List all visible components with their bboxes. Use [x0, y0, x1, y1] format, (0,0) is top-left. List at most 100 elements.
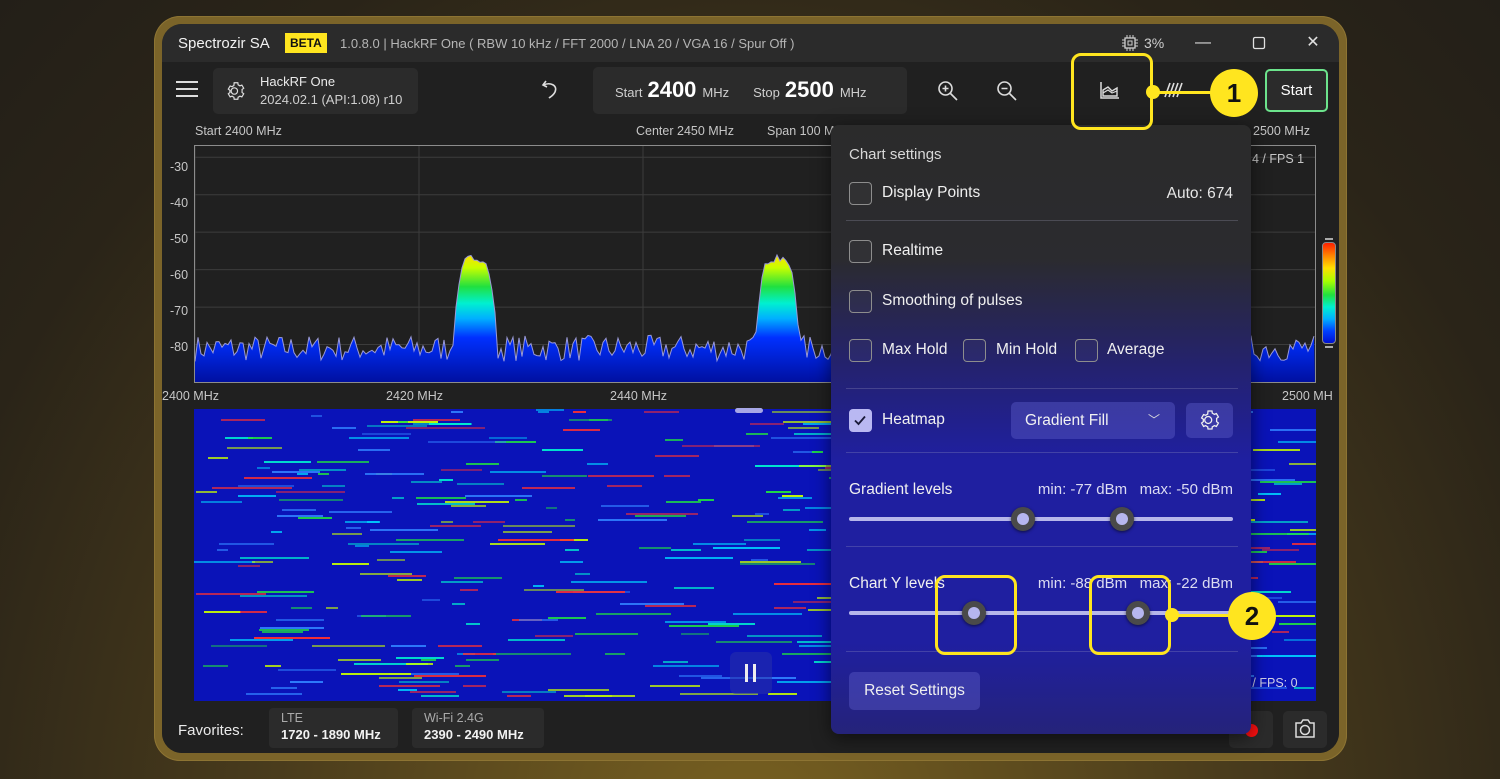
waterfall-streak — [332, 427, 356, 429]
zoom-in-button[interactable] — [936, 79, 960, 108]
colorbar-handle-bottom[interactable] — [1325, 346, 1333, 348]
waterfall-streak — [498, 539, 574, 541]
waterfall-streak — [341, 673, 411, 675]
waterfall-streak — [535, 635, 573, 637]
realtime-checkbox[interactable] — [849, 240, 872, 263]
waterfall-streak — [240, 595, 307, 597]
device-name: HackRF One — [260, 74, 336, 89]
waterfall-streak — [414, 675, 486, 677]
waterfall-streak — [601, 505, 649, 507]
waterfall-streak — [264, 461, 311, 463]
zoom-in-icon — [938, 81, 958, 101]
waterfall-streak — [212, 487, 292, 489]
signal-bars-icon — [1164, 82, 1183, 98]
cpu-usage: 3% — [1144, 35, 1165, 51]
waterfall-streak — [598, 519, 667, 521]
waterfall-streak — [809, 529, 826, 531]
waterfall-streak — [257, 467, 270, 469]
x-tick-label: 2440 MHz — [610, 389, 667, 403]
waterfall-streak — [575, 633, 638, 635]
waterfall-streak — [279, 499, 343, 501]
waterfall-streak — [457, 483, 504, 485]
favorite-wifi[interactable]: Wi-Fi 2.4G 2390 - 2490 MHz — [412, 708, 544, 748]
screenshot-button[interactable] — [1283, 711, 1327, 748]
waterfall-streak — [208, 457, 228, 459]
reset-settings-button[interactable]: Reset Settings — [849, 672, 980, 710]
waterfall-streak — [655, 455, 699, 457]
waterfall-streak — [716, 641, 792, 643]
waterfall-streak — [219, 543, 274, 545]
waterfall-streak — [221, 419, 265, 421]
waterfall-streak — [297, 473, 308, 475]
waterfall-streak — [396, 657, 444, 659]
waterfall-streak — [463, 653, 496, 655]
divider — [846, 452, 1238, 453]
display-points-checkbox[interactable] — [849, 182, 872, 205]
heatmap-mode-dropdown[interactable]: Gradient Fill ﹀ — [1011, 402, 1175, 439]
fps-info: 4 / FPS 1 — [1252, 152, 1305, 166]
waterfall-streak — [421, 659, 436, 661]
waterfall-streak — [466, 659, 499, 661]
waterfall-streak — [367, 425, 427, 427]
waterfall-streak — [490, 543, 545, 545]
waterfall-streak — [639, 547, 671, 549]
stop-label: Stop — [753, 85, 780, 100]
zoom-out-button[interactable] — [995, 79, 1019, 108]
heatmap-settings-button[interactable] — [1186, 403, 1233, 438]
waterfall-streak — [774, 583, 835, 585]
frequency-range[interactable]: Start 2400 MHz Stop 2500 MHz — [593, 67, 907, 114]
max-hold-checkbox[interactable] — [849, 339, 872, 362]
waterfall-streak — [575, 573, 590, 575]
smoothing-checkbox[interactable] — [849, 290, 872, 313]
waterfall-streak — [493, 653, 571, 655]
waterfall-streak — [747, 635, 822, 637]
min-hold-checkbox[interactable] — [963, 339, 986, 362]
device-version: 2024.02.1 (API:1.08) r10 — [260, 92, 403, 107]
waterfall-streak — [693, 543, 746, 545]
heatmap-checkbox[interactable] — [849, 409, 872, 432]
waterfall-streak — [441, 469, 482, 471]
menu-button[interactable] — [176, 81, 198, 102]
gradient-min-thumb[interactable] — [1010, 507, 1035, 531]
favorite-lte[interactable]: LTE 1720 - 1890 MHz — [269, 708, 398, 748]
maximize-button[interactable] — [1244, 30, 1274, 56]
waterfall-streak — [451, 505, 486, 507]
average-checkbox[interactable] — [1075, 339, 1098, 362]
waterfall-streak — [272, 471, 320, 473]
waterfall-streak — [542, 475, 587, 477]
waterfall-streak — [751, 559, 768, 561]
stop-frequency-value[interactable]: 2500 — [785, 77, 834, 103]
minimize-button[interactable]: — — [1188, 30, 1218, 56]
colorbar-handle-top[interactable] — [1325, 238, 1333, 240]
gradient-max-text: max: -50 dBm — [1139, 481, 1233, 498]
splitter-handle[interactable] — [735, 408, 763, 413]
start-button[interactable]: Start — [1265, 69, 1328, 112]
waterfall-streak — [502, 691, 556, 693]
pause-button[interactable] — [730, 652, 772, 694]
max-hold-label: Max Hold — [882, 341, 948, 358]
waterfall-streak — [278, 669, 336, 671]
start-frequency-value[interactable]: 2400 — [647, 77, 696, 103]
waterfall-streak — [1290, 529, 1316, 531]
waterfall-streak — [217, 549, 228, 551]
waterfall-streak — [445, 501, 509, 503]
undo-button[interactable] — [540, 77, 562, 106]
waterfall-streak — [260, 627, 324, 629]
gradient-levels-slider[interactable] — [849, 517, 1233, 521]
gradient-max-thumb[interactable] — [1110, 507, 1135, 531]
waterfall-streak — [259, 629, 309, 631]
waterfall-streak — [252, 561, 273, 563]
waterfall-streak — [430, 525, 481, 527]
waterfall-streak — [338, 659, 381, 661]
device-settings-button[interactable]: HackRF One 2024.02.1 (API:1.08) r10 — [213, 68, 418, 114]
waterfall-streak — [451, 411, 463, 413]
close-button[interactable]: ✕ — [1298, 30, 1328, 56]
waterfall-streak — [355, 545, 369, 547]
chart-settings-panel: Chart settings Display Points Auto: 674 … — [831, 125, 1251, 734]
waterfall-streak — [740, 561, 801, 563]
waterfall-streak — [1279, 623, 1316, 625]
waterfall-streak — [565, 519, 575, 521]
waterfall-streak — [196, 491, 217, 493]
waterfall-streak — [326, 607, 338, 609]
waterfall-streak — [817, 597, 831, 599]
